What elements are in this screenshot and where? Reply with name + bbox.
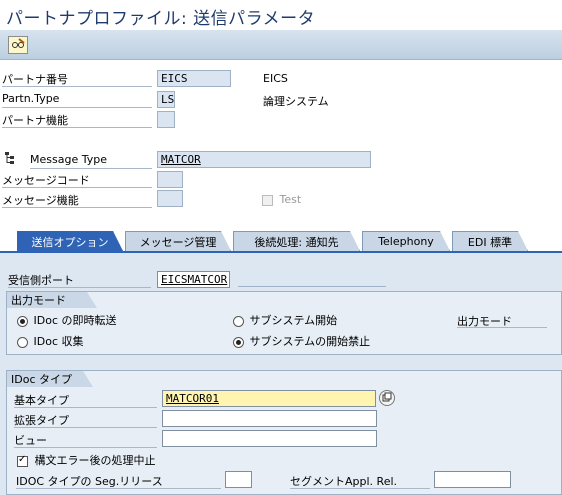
basic-type-search-button[interactable] xyxy=(379,390,395,406)
message-code-label: メッセージコード xyxy=(2,172,152,188)
receiver-port-field[interactable]: EICSMATCOR xyxy=(157,271,230,288)
partner-type-label: Partn.Type xyxy=(2,92,152,108)
partner-number-field[interactable]: EICS xyxy=(157,70,231,87)
radio-no-start-subsystem-label: サブシステムの開始禁止 xyxy=(249,335,371,348)
extension-type-label: 拡張タイプ xyxy=(14,412,157,428)
radio-immediate-label: IDoc の即時転送 xyxy=(33,314,117,327)
segment-appl-rel-label: セグメントAppl. Rel. xyxy=(290,473,430,489)
output-mode-group-title: 出力モード xyxy=(7,292,97,308)
message-type-field[interactable]: MATCOR xyxy=(157,151,371,168)
seg-release-field[interactable] xyxy=(225,471,252,488)
radio-collect-idocs[interactable]: IDoc 収集 xyxy=(17,333,84,349)
partner-type-desc: 論理システム xyxy=(263,95,329,108)
radio-no-start-subsystem[interactable]: サブシステムの開始禁止 xyxy=(233,333,370,349)
application-toolbar xyxy=(0,30,562,60)
tab-send-options[interactable]: 送信オプション xyxy=(17,231,123,251)
tab-message-control[interactable]: メッセージ管理 xyxy=(125,231,231,251)
idoc-type-group-title: IDoc タイプ xyxy=(7,371,93,387)
seg-release-label: IDOC タイプの Seg.リリース xyxy=(16,473,221,489)
basic-type-field[interactable]: MATCOR01 xyxy=(162,390,376,407)
segment-appl-rel-field[interactable] xyxy=(434,471,511,488)
message-function-field[interactable] xyxy=(157,190,183,207)
output-mode-field-label: 出力モード xyxy=(457,313,547,328)
extension-type-field[interactable] xyxy=(162,410,377,427)
basic-type-label: 基本タイプ xyxy=(14,392,157,408)
test-checkbox-label: Test xyxy=(279,193,302,206)
partner-number-desc: EICS xyxy=(263,72,288,85)
test-checkbox-box[interactable] xyxy=(262,194,273,206)
radio-immediate-transfer[interactable]: IDoc の即時転送 xyxy=(17,312,117,328)
message-function-label: メッセージ機能 xyxy=(2,192,152,208)
cancel-on-syntax-error-label: 構文エラー後の処理中止 xyxy=(34,454,156,467)
cancel-on-syntax-error-box[interactable] xyxy=(17,454,28,467)
radio-immediate-dot[interactable] xyxy=(17,315,28,327)
message-type-label: Message Type xyxy=(30,153,152,169)
radio-start-subsystem-dot[interactable] xyxy=(233,315,244,327)
message-code-field[interactable] xyxy=(157,171,183,188)
partner-function-label: パートナ機能 xyxy=(2,112,152,128)
radio-collect-dot[interactable] xyxy=(17,336,28,348)
partner-type-field[interactable]: LS xyxy=(157,91,175,108)
tab-post-processing[interactable]: 後続処理: 通知先 xyxy=(233,231,360,251)
radio-start-subsystem[interactable]: サブシステム開始 xyxy=(233,312,337,328)
receiver-port-desc-line xyxy=(238,286,386,287)
cancel-on-syntax-error-checkbox[interactable]: 構文エラー後の処理中止 xyxy=(17,452,156,468)
page-title: パートナプロファイル: 送信パラメータ xyxy=(6,9,316,29)
radio-collect-label: IDoc 収集 xyxy=(33,335,84,348)
pencil-glasses-icon xyxy=(11,37,25,53)
receiver-port-label: 受信側ポート xyxy=(8,272,151,288)
view-label: ビュー xyxy=(14,432,157,448)
display-change-button[interactable] xyxy=(8,36,28,54)
search-help-icon xyxy=(382,392,392,405)
test-checkbox[interactable]: Test xyxy=(262,193,301,206)
tab-edi-standard[interactable]: EDI 標準 xyxy=(452,231,528,251)
view-field[interactable] xyxy=(162,430,377,447)
radio-start-subsystem-label: サブシステム開始 xyxy=(249,314,338,327)
radio-no-start-subsystem-dot[interactable] xyxy=(233,336,244,348)
tab-telephony[interactable]: Telephony xyxy=(362,231,450,251)
partner-number-label: パートナ番号 xyxy=(2,71,152,87)
structure-icon xyxy=(5,152,15,167)
partner-function-field[interactable] xyxy=(157,111,175,128)
